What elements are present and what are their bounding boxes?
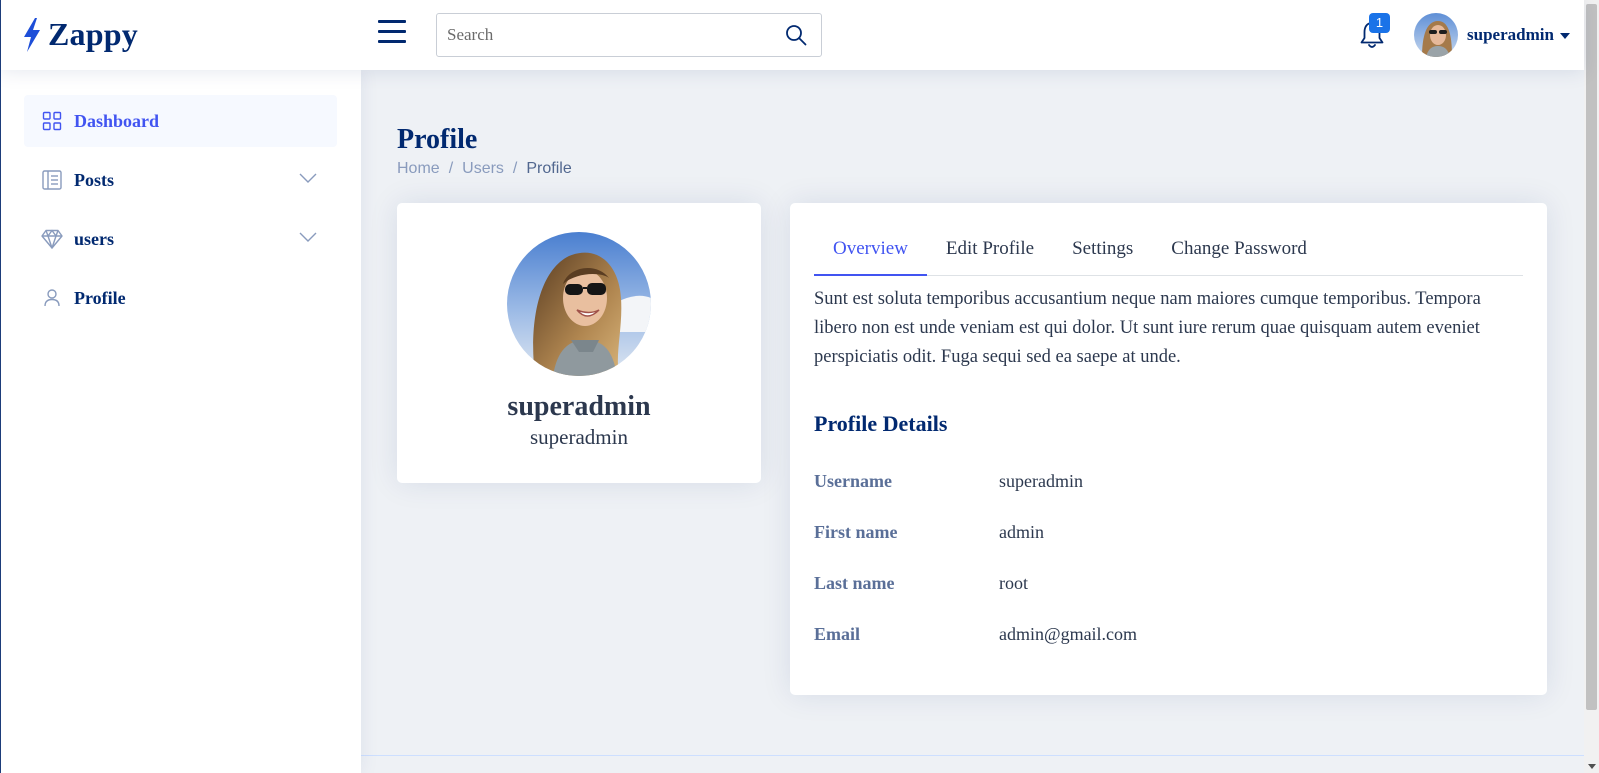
detail-value: superadmin: [999, 471, 1083, 491]
hamburger-line: [378, 30, 406, 33]
detail-value: admin@gmail.com: [999, 624, 1138, 644]
sidebar-item-label: Profile: [74, 287, 126, 308]
breadcrumb-current: Profile: [526, 160, 572, 177]
notification-badge: 1: [1369, 13, 1390, 33]
tab-edit-profile[interactable]: Edit Profile: [927, 225, 1053, 276]
scrollbar-thumb[interactable]: [1586, 4, 1597, 710]
tab-overview[interactable]: Overview: [814, 225, 927, 276]
avatar: [1414, 13, 1458, 57]
chevron-down-icon: [299, 173, 317, 183]
detail-row-email: Email admin@gmail.com: [814, 624, 1514, 648]
breadcrumb: Home / Users / Profile: [397, 160, 572, 178]
profile-details-title: Profile Details: [814, 411, 948, 436]
tab-bar: Overview Edit Profile Settings Change Pa…: [814, 225, 1523, 276]
sidebar-item-posts[interactable]: Posts: [24, 154, 337, 206]
top-header: Zappy 1: [0, 0, 1584, 70]
scroll-down-arrow-icon[interactable]: [1588, 764, 1596, 769]
detail-label: Username: [814, 471, 892, 491]
profile-subtitle: superadmin: [530, 425, 628, 449]
detail-row-last-name: Last name root: [814, 573, 1514, 597]
window-left-border: [0, 0, 1, 773]
tab-change-password[interactable]: Change Password: [1152, 225, 1326, 276]
profile-tabs-card: Overview Edit Profile Settings Change Pa…: [790, 203, 1547, 695]
sidebar-item-label: Posts: [74, 169, 114, 190]
profile-card: superadmin superadmin: [397, 203, 761, 483]
sidebar-item-label: users: [74, 228, 114, 249]
sidebar-item-dashboard[interactable]: Dashboard: [24, 95, 337, 147]
breadcrumb-home-link[interactable]: Home: [397, 160, 440, 178]
search-icon[interactable]: [785, 24, 807, 46]
breadcrumb-users-link[interactable]: Users: [462, 160, 504, 178]
user-menu-toggle[interactable]: superadmin: [1414, 13, 1570, 57]
detail-label: Email: [814, 624, 861, 644]
detail-value: admin: [999, 522, 1044, 542]
detail-label: Last name: [814, 573, 895, 593]
sidebar-item-users[interactable]: users: [24, 213, 337, 265]
search-input[interactable]: [437, 14, 767, 56]
sidebar-toggle-button[interactable]: [378, 20, 406, 46]
logo-text: Zappy: [48, 16, 138, 52]
gem-icon: [41, 228, 63, 250]
lightning-bolt-icon: [24, 17, 40, 52]
caret-down-icon: [1559, 33, 1570, 39]
profile-avatar: [507, 232, 651, 376]
page-title: Profile: [397, 124, 478, 155]
breadcrumb-separator: /: [448, 160, 454, 177]
detail-row-username: Username superadmin: [814, 471, 1514, 495]
footer-divider: [361, 755, 1584, 756]
user-name: superadmin: [1467, 25, 1554, 44]
profile-name: superadmin: [507, 391, 651, 422]
person-icon: [41, 287, 63, 309]
hamburger-line: [378, 40, 406, 43]
grid-icon: [41, 110, 63, 132]
chevron-down-icon: [299, 232, 317, 242]
detail-value: root: [999, 573, 1028, 593]
tab-settings[interactable]: Settings: [1053, 225, 1152, 276]
sidebar-item-label: Dashboard: [74, 110, 160, 131]
search-bar: [436, 13, 822, 57]
layout-text-icon: [41, 169, 63, 191]
sidebar-item-profile[interactable]: Profile: [24, 272, 337, 324]
page-scrollbar[interactable]: [1584, 0, 1599, 773]
about-text: Sunt est soluta temporibus accusantium n…: [814, 289, 1481, 367]
detail-label: First name: [814, 522, 898, 542]
breadcrumb-separator: /: [512, 160, 518, 177]
logo[interactable]: Zappy: [22, 16, 138, 53]
detail-row-first-name: First name admin: [814, 522, 1514, 546]
hamburger-line: [378, 20, 406, 23]
sidebar: Dashboard Posts users Profile: [0, 70, 361, 773]
